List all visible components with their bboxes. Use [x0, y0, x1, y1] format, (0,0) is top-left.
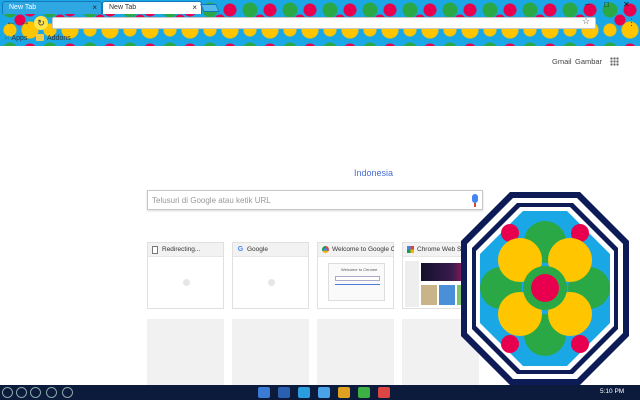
- chrome-menu-button[interactable]: ⋮: [627, 17, 636, 28]
- window-maximize-button[interactable]: □: [604, 0, 609, 9]
- tile-thumbnail: [233, 257, 308, 310]
- chrome-icon: [322, 246, 329, 253]
- taskbar: 5:10 PM: [0, 385, 640, 400]
- tile-header: G Google: [233, 243, 308, 257]
- preview-line: [335, 284, 380, 285]
- star-icon: ☆: [582, 16, 591, 26]
- taskbar-copy-icon[interactable]: [30, 387, 41, 398]
- tab-new-tab-1[interactable]: New Tab ×: [2, 1, 102, 14]
- flower-emblem-image: [461, 192, 629, 385]
- tile-header: Redirecting...: [148, 243, 223, 257]
- tile-header: Welcome to Google Chrome: [318, 243, 394, 257]
- store-thumb-preview: [439, 285, 455, 305]
- tile-title: Welcome to Google Chrome: [332, 246, 394, 253]
- empty-tile: [147, 319, 224, 386]
- webstore-icon: [407, 246, 414, 253]
- tile-thumbnail: [148, 257, 223, 310]
- taskbar-app-icon[interactable]: [278, 387, 290, 398]
- taskbar-app-icon[interactable]: [258, 387, 270, 398]
- search-box[interactable]: [147, 190, 483, 210]
- gmail-link[interactable]: Gmail: [552, 57, 572, 66]
- reload-button[interactable]: ↻: [34, 16, 48, 30]
- tile-title: Google: [247, 246, 268, 253]
- store-thumb-preview: [421, 285, 437, 305]
- tab-strip: New Tab × New Tab × – □ ✕: [0, 0, 640, 14]
- new-tab-button[interactable]: [200, 4, 220, 12]
- bookmark-star-button[interactable]: ☆: [582, 16, 590, 27]
- doodle-logo-text[interactable]: Indonesia: [354, 168, 393, 178]
- tab-close-icon[interactable]: ×: [92, 2, 97, 14]
- bookmark-addons-folder[interactable]: Addons: [36, 34, 71, 44]
- browser-theme-header: New Tab × New Tab × – □ ✕ ← → ↻ ☆ ⋮ ⁙ Ap…: [0, 0, 640, 46]
- taskbar-app-icon[interactable]: [358, 387, 370, 398]
- taskbar-clock[interactable]: 5:10 PM: [600, 388, 624, 395]
- reload-icon: ↻: [37, 18, 45, 28]
- taskbar-app-icon[interactable]: [298, 387, 310, 398]
- most-visited-tile[interactable]: G Google: [232, 242, 309, 309]
- browser-toolbar: ← → ↻ ☆ ⋮: [0, 14, 640, 32]
- forward-button[interactable]: →: [20, 17, 30, 29]
- preview-heading: Welcome to Chrome: [341, 267, 378, 272]
- taskbar-app-icon[interactable]: [318, 387, 330, 398]
- most-visited-tile[interactable]: Welcome to Google Chrome Welcome to Chro…: [317, 242, 394, 309]
- address-bar[interactable]: [52, 17, 596, 29]
- arrow-left-icon: ←: [6, 17, 16, 28]
- empty-tile: [317, 319, 394, 386]
- search-input[interactable]: [152, 194, 462, 207]
- window-close-button[interactable]: ✕: [623, 0, 630, 9]
- loading-dot: [268, 279, 275, 286]
- store-sidebar-preview: [405, 261, 419, 307]
- bookmark-addons-label: Addons: [47, 35, 71, 42]
- loading-dot: [183, 279, 190, 286]
- tab-new-tab-2-active[interactable]: New Tab ×: [102, 1, 202, 14]
- tab-label: New Tab: [9, 4, 37, 11]
- taskbar-start-icon[interactable]: [2, 387, 13, 398]
- tab-label: New Tab: [109, 4, 137, 11]
- tab-close-icon[interactable]: ×: [192, 2, 197, 14]
- folder-icon: [36, 34, 44, 41]
- tile-title: Redirecting...: [162, 246, 201, 253]
- bookmarks-bar: ⁙ Apps Addons: [0, 32, 640, 46]
- document-icon: [152, 246, 158, 254]
- arrow-right-icon: →: [20, 17, 30, 28]
- google-icon: G: [237, 246, 244, 253]
- empty-tile: [232, 319, 309, 386]
- most-visited-tile[interactable]: Redirecting...: [147, 242, 224, 309]
- bookmark-apps-label: Apps: [11, 35, 28, 42]
- taskbar-app-icon[interactable]: [378, 387, 390, 398]
- taskbar-app-icon[interactable]: [338, 387, 350, 398]
- back-button[interactable]: ←: [6, 17, 16, 29]
- preview-searchbar: [335, 276, 380, 281]
- tile-thumbnail: Welcome to Chrome: [318, 257, 393, 310]
- taskbar-pen-icon[interactable]: [16, 387, 27, 398]
- bookmark-apps[interactable]: ⁙ Apps: [4, 34, 27, 44]
- taskbar-tablet-icon[interactable]: [46, 387, 57, 398]
- menu-icon: ⋮: [627, 17, 636, 27]
- window-minimize-button[interactable]: –: [585, 0, 589, 9]
- welcome-page-preview: Welcome to Chrome: [328, 263, 385, 301]
- images-link[interactable]: Gambar: [575, 57, 602, 66]
- taskbar-search-icon[interactable]: [62, 387, 73, 398]
- google-apps-icon[interactable]: [610, 57, 619, 66]
